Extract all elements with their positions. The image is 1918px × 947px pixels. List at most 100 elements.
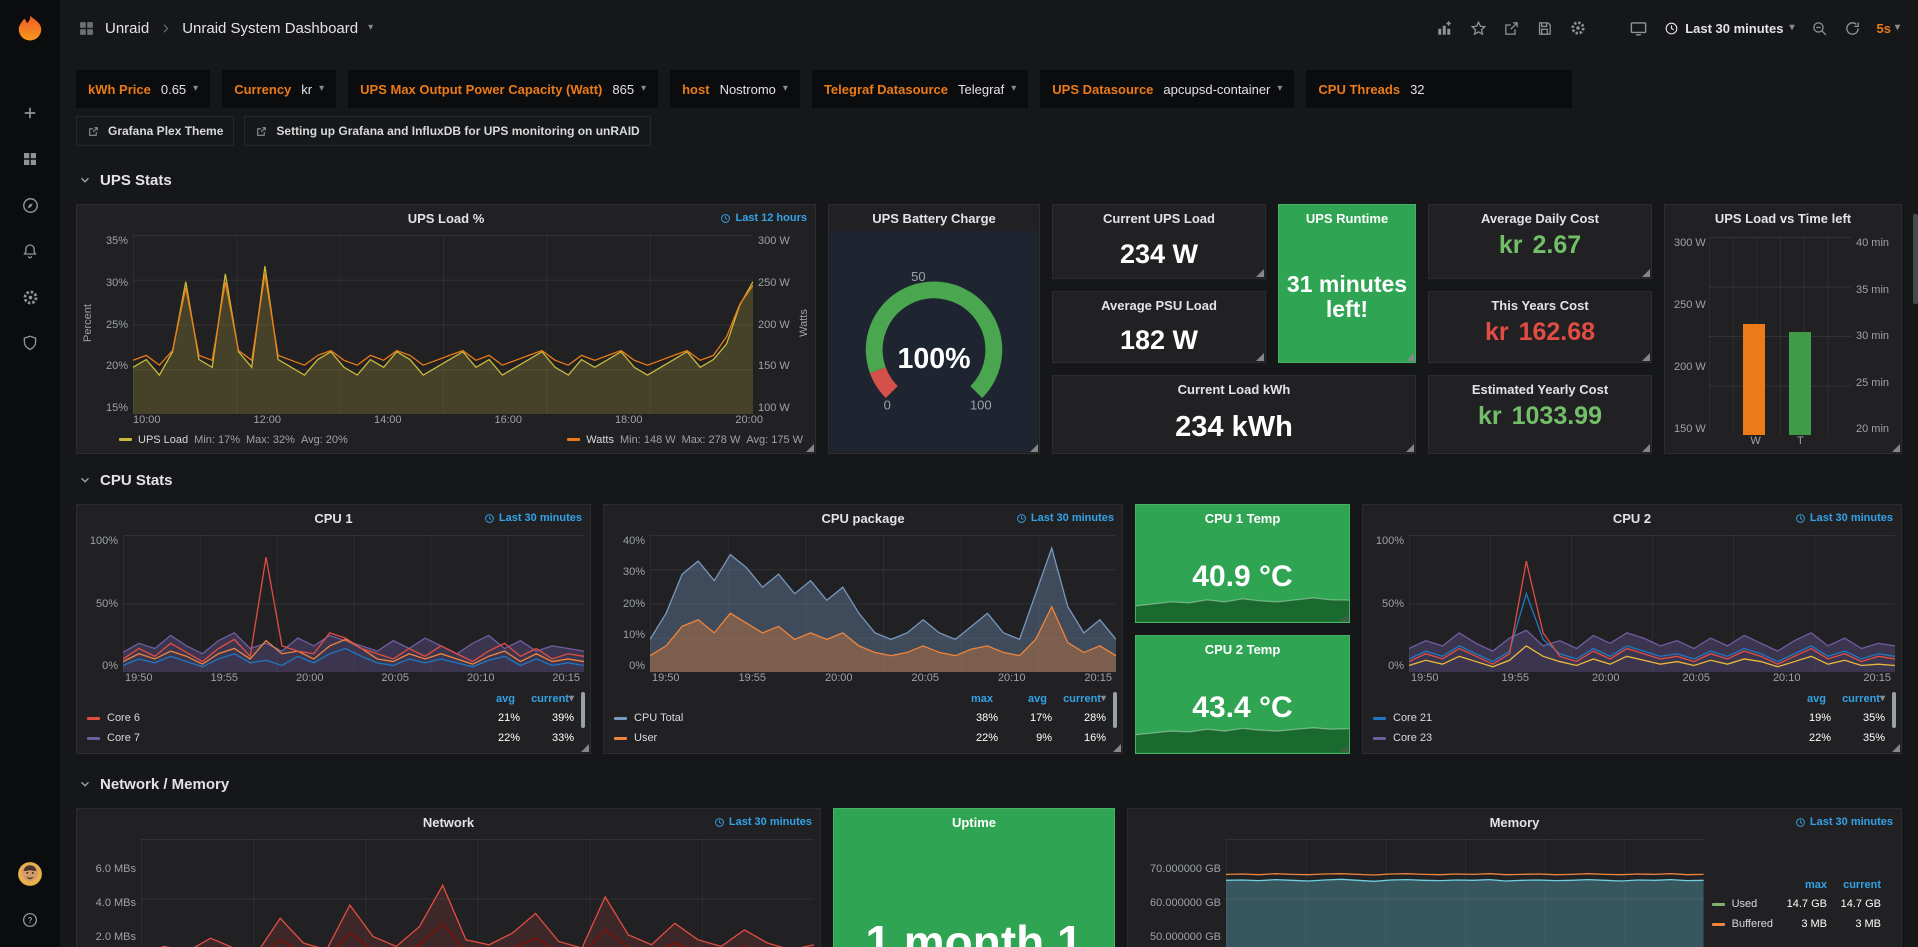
panel-title[interactable]: Network xyxy=(423,815,474,830)
legend-scrollbar[interactable] xyxy=(1892,692,1896,728)
legend-column-header[interactable]: avg xyxy=(461,693,515,705)
panel-title[interactable]: UPS Load vs Time left xyxy=(1715,211,1851,226)
variable-text-input[interactable]: 32 xyxy=(1410,82,1560,97)
panel-title[interactable]: Current UPS Load xyxy=(1103,211,1215,226)
panel-time-range[interactable]: Last 30 minutes xyxy=(484,505,582,531)
plot-area[interactable] xyxy=(123,535,584,672)
panel-time-range[interactable]: Last 30 minutes xyxy=(1795,809,1893,835)
legend-series-name[interactable]: Core 6 xyxy=(107,712,140,724)
panel-title[interactable]: Average Daily Cost xyxy=(1481,211,1599,226)
panel-title[interactable]: This Years Cost xyxy=(1491,298,1588,313)
variable-value-dropdown[interactable]: kr▾ xyxy=(301,82,324,97)
panel-resize-handle[interactable] xyxy=(1641,352,1650,361)
plot-area[interactable] xyxy=(141,839,814,947)
save-dashboard-button[interactable] xyxy=(1536,20,1553,37)
section-header-network-memory[interactable]: Network / Memory xyxy=(78,774,1902,794)
cycle-view-mode-button[interactable] xyxy=(1629,19,1648,38)
panel-resize-handle[interactable] xyxy=(1405,352,1414,361)
bar-time-left[interactable] xyxy=(1789,332,1811,435)
dashboard-settings-button[interactable] xyxy=(1569,19,1587,37)
panel-resize-handle[interactable] xyxy=(580,743,589,752)
legend-series-name[interactable]: UPS Load xyxy=(138,434,188,446)
legend-series-name[interactable]: Watts xyxy=(586,434,614,446)
plot-area[interactable] xyxy=(650,535,1116,672)
panel-title[interactable]: CPU 1 Temp xyxy=(1205,511,1281,526)
sidebar-item-dashboards[interactable] xyxy=(15,144,45,174)
legend-scrollbar[interactable] xyxy=(581,692,585,728)
section-header-ups-stats[interactable]: UPS Stats xyxy=(78,170,1902,190)
page-title[interactable]: Unraid System Dashboard xyxy=(182,20,358,37)
legend-column-header[interactable]: avg xyxy=(993,693,1047,705)
bar-watts[interactable] xyxy=(1743,324,1765,435)
panel-resize-handle[interactable] xyxy=(1255,268,1264,277)
add-panel-button[interactable] xyxy=(1436,19,1454,37)
panel-title[interactable]: Uptime xyxy=(952,815,996,830)
legend-series-name[interactable]: Core 7 xyxy=(107,732,140,744)
panel-title[interactable]: Current Load kWh xyxy=(1178,382,1291,397)
link-ups-monitoring-guide[interactable]: Setting up Grafana and InfluxDB for UPS … xyxy=(244,116,650,146)
legend-series-name[interactable]: Used xyxy=(1732,898,1758,910)
caret-down-icon[interactable]: ▾ xyxy=(368,23,373,33)
legend-column-header[interactable]: current xyxy=(515,693,569,705)
sidebar-avatar[interactable] xyxy=(15,859,45,889)
panel-title[interactable]: Estimated Yearly Cost xyxy=(1472,382,1608,397)
sidebar-item-configuration[interactable] xyxy=(15,282,45,312)
sidebar-item-create[interactable] xyxy=(15,98,45,128)
sidebar-item-explore[interactable] xyxy=(15,190,45,220)
legend-scrollbar[interactable] xyxy=(1113,692,1117,728)
plot-area[interactable] xyxy=(133,235,753,414)
sidebar-item-alerting[interactable] xyxy=(15,236,45,266)
plot-area[interactable] xyxy=(1226,839,1704,947)
panel-time-range[interactable]: Last 12 hours xyxy=(720,205,807,231)
legend-column-header[interactable]: max xyxy=(1773,879,1827,891)
breadcrumb-folder[interactable]: Unraid xyxy=(105,20,149,37)
variable-value-dropdown[interactable]: 0.65▾ xyxy=(161,82,198,97)
zoom-out-time-button[interactable] xyxy=(1811,20,1828,37)
refresh-button[interactable] xyxy=(1844,20,1861,37)
legend-column-header[interactable]: max xyxy=(939,693,993,705)
panel-time-range[interactable]: Last 30 minutes xyxy=(714,809,812,835)
plot-area[interactable] xyxy=(1409,535,1895,672)
legend-series-name[interactable]: Core 21 xyxy=(1393,712,1432,724)
legend-column-header[interactable]: current xyxy=(1047,693,1101,705)
panel-title[interactable]: CPU package xyxy=(821,511,904,526)
refresh-interval-picker[interactable]: 5s ▾ xyxy=(1877,21,1901,36)
variable-value-dropdown[interactable]: 865▾ xyxy=(612,82,646,97)
panel-resize-handle[interactable] xyxy=(1641,268,1650,277)
legend-column-header[interactable]: current xyxy=(1827,879,1881,891)
legend-series-name[interactable]: User xyxy=(634,732,657,744)
panel-title[interactable]: CPU 2 xyxy=(1613,511,1651,526)
variable-value-dropdown[interactable]: apcupsd-container▾ xyxy=(1163,82,1282,97)
legend-series-name[interactable]: CPU Total xyxy=(634,712,683,724)
sidebar-item-help[interactable]: ? xyxy=(15,905,45,935)
variable-value-dropdown[interactable]: Telegraf▾ xyxy=(958,82,1016,97)
panel-title[interactable]: CPU 2 Temp xyxy=(1205,642,1281,657)
legend-column-header[interactable]: current xyxy=(1826,693,1880,705)
panel-resize-handle[interactable] xyxy=(1641,443,1650,452)
panel-title[interactable]: UPS Load % xyxy=(408,211,485,226)
panel-resize-handle[interactable] xyxy=(1891,443,1900,452)
time-range-picker[interactable]: Last 30 minutes ▾ xyxy=(1664,21,1794,36)
star-dashboard-button[interactable] xyxy=(1470,20,1487,37)
panel-time-range[interactable]: Last 30 minutes xyxy=(1795,505,1893,531)
panel-resize-handle[interactable] xyxy=(1255,352,1264,361)
panel-time-range[interactable]: Last 30 minutes xyxy=(1016,505,1114,531)
panel-resize-handle[interactable] xyxy=(805,443,814,452)
panel-title[interactable]: Memory xyxy=(1490,815,1540,830)
panel-resize-handle[interactable] xyxy=(1405,443,1414,452)
page-scrollbar[interactable] xyxy=(1913,214,1918,304)
legend-series-name[interactable]: Core 23 xyxy=(1393,732,1432,744)
link-grafana-plex-theme[interactable]: Grafana Plex Theme xyxy=(76,116,234,146)
panel-resize-handle[interactable] xyxy=(1891,743,1900,752)
legend-column-header[interactable]: avg xyxy=(1772,693,1826,705)
sidebar-item-server-admin[interactable] xyxy=(15,328,45,358)
legend-series-name[interactable]: Buffered xyxy=(1732,918,1773,930)
panel-title[interactable]: UPS Battery Charge xyxy=(872,211,996,226)
panel-resize-handle[interactable] xyxy=(1029,443,1038,452)
panel-title[interactable]: UPS Runtime xyxy=(1306,211,1388,226)
share-dashboard-button[interactable] xyxy=(1503,20,1520,37)
variable-value-dropdown[interactable]: Nostromo▾ xyxy=(720,82,788,97)
panel-resize-handle[interactable] xyxy=(1112,743,1121,752)
grafana-logo[interactable] xyxy=(0,0,60,56)
section-header-cpu-stats[interactable]: CPU Stats xyxy=(78,470,1902,490)
